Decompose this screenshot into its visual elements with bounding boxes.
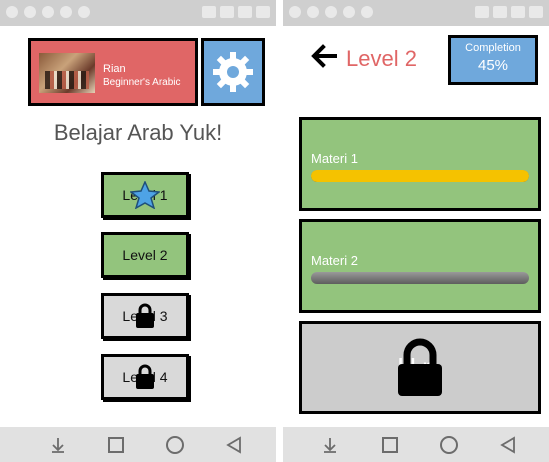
app-title: Belajar Arab Yuk! [53, 120, 223, 145]
notification-icons [289, 6, 373, 18]
completion-value: 45% [477, 57, 509, 74]
notification-icon [343, 6, 355, 18]
signal-icon [511, 6, 525, 18]
system-icons [202, 6, 270, 18]
profile-card[interactable]: Rian Beginner's Arabic [28, 38, 198, 106]
notification-icon [60, 6, 72, 18]
lock-icon [398, 338, 442, 396]
status-bar [283, 0, 549, 26]
level-2-button[interactable]: Level 2 [101, 232, 189, 278]
system-icons [475, 6, 543, 18]
notification-icon [78, 6, 90, 18]
circle-icon[interactable] [438, 434, 460, 456]
materi-1-progress [311, 170, 529, 182]
notification-icon [307, 6, 319, 18]
right-phone-screen: Level 2 Completion 45% Materi 1 Materi 2… [283, 0, 549, 462]
back-triangle-icon[interactable] [497, 434, 519, 456]
level-1-button[interactable]: Level 1 [101, 172, 189, 218]
wifi-icon [493, 6, 507, 18]
materi-1-progress-fill [311, 170, 529, 182]
alarm-icon [202, 6, 216, 18]
materi-2-progress [311, 272, 529, 284]
avatar [39, 53, 95, 93]
back-button[interactable] [309, 42, 337, 75]
android-nav-bar [0, 427, 276, 462]
notification-icon [361, 6, 373, 18]
lock-icon [136, 364, 154, 389]
level-2-label: Level 2 [122, 247, 168, 263]
square-icon[interactable] [105, 434, 127, 456]
circle-icon[interactable] [164, 434, 186, 456]
completion-label: Completion [465, 42, 521, 54]
materi-2-card[interactable]: Materi 2 [299, 219, 541, 313]
back-triangle-icon[interactable] [223, 434, 245, 456]
settings-button[interactable] [201, 38, 265, 106]
arrow-left-icon [311, 44, 337, 68]
star-icon [130, 181, 160, 209]
battery-icon [256, 6, 270, 18]
battery-icon [529, 6, 543, 18]
square-icon[interactable] [379, 434, 401, 456]
lock-icon [136, 303, 154, 328]
notification-icons [6, 6, 90, 18]
status-bar [0, 0, 276, 26]
notification-icon [289, 6, 301, 18]
level-title: Level 2 [346, 46, 417, 71]
notification-icon [6, 6, 18, 18]
download-icon[interactable] [47, 434, 69, 456]
android-nav-bar [283, 427, 549, 462]
wifi-icon [220, 6, 234, 18]
materi-2-label: Materi 2 [311, 253, 358, 268]
locked-materi-card: Un [299, 321, 541, 414]
profile-course: Beginner's Arabic [103, 77, 181, 88]
level-4-button[interactable]: Level 4 [101, 354, 189, 400]
profile-name: Rian [103, 63, 126, 75]
notification-icon [24, 6, 36, 18]
gear-icon [213, 52, 253, 92]
alarm-icon [475, 6, 489, 18]
signal-icon [238, 6, 252, 18]
notification-icon [42, 6, 54, 18]
completion-badge: Completion 45% [448, 35, 538, 85]
level-3-button[interactable]: Level 3 [101, 293, 189, 339]
notification-icon [325, 6, 337, 18]
download-icon[interactable] [319, 434, 341, 456]
materi-1-label: Materi 1 [311, 151, 358, 166]
materi-1-card[interactable]: Materi 1 [299, 117, 541, 211]
left-phone-screen: Rian Beginner's Arabic Belajar Arab Yuk!… [0, 0, 276, 462]
